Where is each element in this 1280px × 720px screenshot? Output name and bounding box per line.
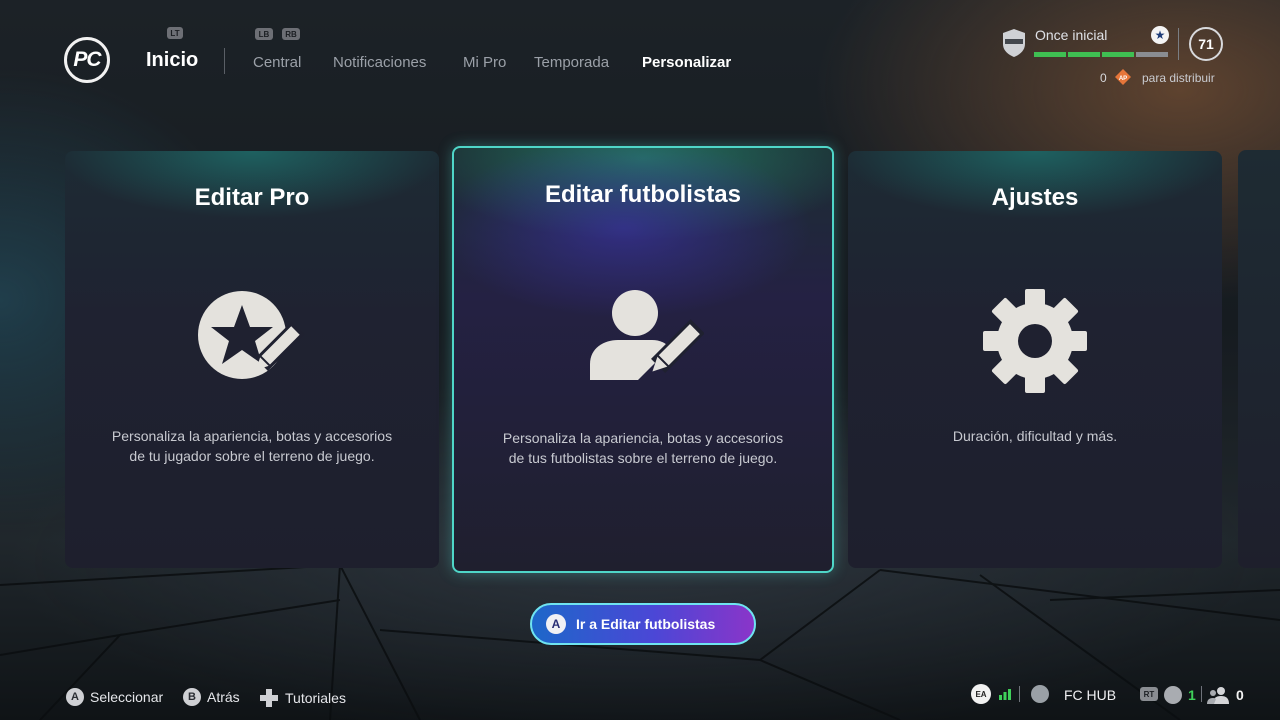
card-title: Editar Pro (194, 184, 310, 211)
chat-icon[interactable] (1031, 685, 1049, 703)
squad-label: Once inicial (1035, 27, 1108, 43)
footer-back[interactable]: B Atrás (183, 688, 240, 706)
go-edit-players-button[interactable]: A Ir a Editar futbolistas (530, 603, 756, 645)
ea-logo-icon: EA (971, 684, 991, 704)
tab-central[interactable]: Central (253, 54, 301, 71)
progress-segment (1068, 52, 1100, 57)
tab-notificaciones[interactable]: Notificaciones (333, 54, 426, 71)
footer-back-label: Atrás (207, 689, 240, 705)
footer-select[interactable]: A Seleccionar (66, 688, 163, 706)
ap-points-count: 0 (1100, 71, 1107, 85)
gear-icon (983, 289, 1087, 393)
club-crest-icon (1003, 29, 1025, 57)
speaker-icon[interactable] (1164, 686, 1182, 704)
card-description: Personaliza la apariencia, botas y acces… (111, 428, 393, 464)
rb-hint-chip: RB (282, 28, 300, 40)
lt-hint-chip: LT (167, 27, 183, 39)
nav-divider (224, 48, 225, 74)
logo-text: PC (73, 48, 101, 71)
card-description: Personaliza la apariencia, botas y acces… (502, 430, 784, 466)
status-divider (1178, 28, 1179, 60)
a-button-icon: A (546, 614, 566, 634)
footer-tutorials[interactable]: Tutoriales (259, 688, 346, 708)
ap-icon-text: AP (1119, 76, 1127, 82)
card-title: Editar futbolistas (544, 181, 742, 208)
rt-hint-chip: RT (1140, 687, 1158, 701)
party-count: 0 (1236, 687, 1244, 703)
person-pencil-icon (590, 290, 704, 380)
star-pencil-icon (198, 291, 305, 379)
overall-rating-badge: 71 (1189, 27, 1223, 61)
a-button-icon: A (66, 688, 84, 706)
lb-hint-chip: LB (255, 28, 273, 40)
voice-count: 1 (1188, 687, 1196, 703)
nav-home[interactable]: Inicio (146, 49, 198, 72)
pro-clubs-logo: PC (64, 37, 110, 83)
footer-divider (1019, 686, 1020, 702)
card-editar-futbolistas[interactable]: Editar futbolistas Personaliza la aparie… (452, 146, 834, 573)
card-description: Duración, dificultad y más. (952, 428, 1118, 444)
ap-points-label: para distribuir (1142, 71, 1215, 85)
connection-signal-icon (999, 689, 1011, 700)
ap-points-icon: AP (1115, 69, 1131, 85)
tab-temporada[interactable]: Temporada (534, 54, 609, 71)
progress-segment (1102, 52, 1134, 57)
star-badge-icon: ★ (1151, 26, 1169, 44)
card-next-partial[interactable] (1238, 150, 1280, 568)
squad-progress-bar (1034, 52, 1168, 57)
progress-segment (1034, 52, 1066, 57)
footer-select-label: Seleccionar (90, 689, 164, 705)
tab-mi-pro[interactable]: Mi Pro (463, 54, 506, 71)
cta-label: Ir a Editar futbolistas (576, 616, 716, 632)
card-title: Ajustes (991, 184, 1079, 211)
progress-segment (1136, 52, 1168, 57)
tab-personalizar[interactable]: Personalizar (642, 54, 731, 71)
card-ajustes[interactable]: Ajustes Duración, dificultad y más. (848, 151, 1222, 568)
party-people-icon[interactable] (1207, 686, 1229, 704)
footer-divider (1201, 686, 1202, 702)
fc-hub-label[interactable]: FC HUB (1064, 687, 1116, 703)
dpad-icon (260, 689, 278, 707)
card-editar-pro[interactable]: Editar Pro Personaliza la apariencia, bo… (65, 151, 439, 568)
b-button-icon: B (183, 688, 201, 706)
footer-tutorials-label: Tutoriales (285, 690, 346, 706)
